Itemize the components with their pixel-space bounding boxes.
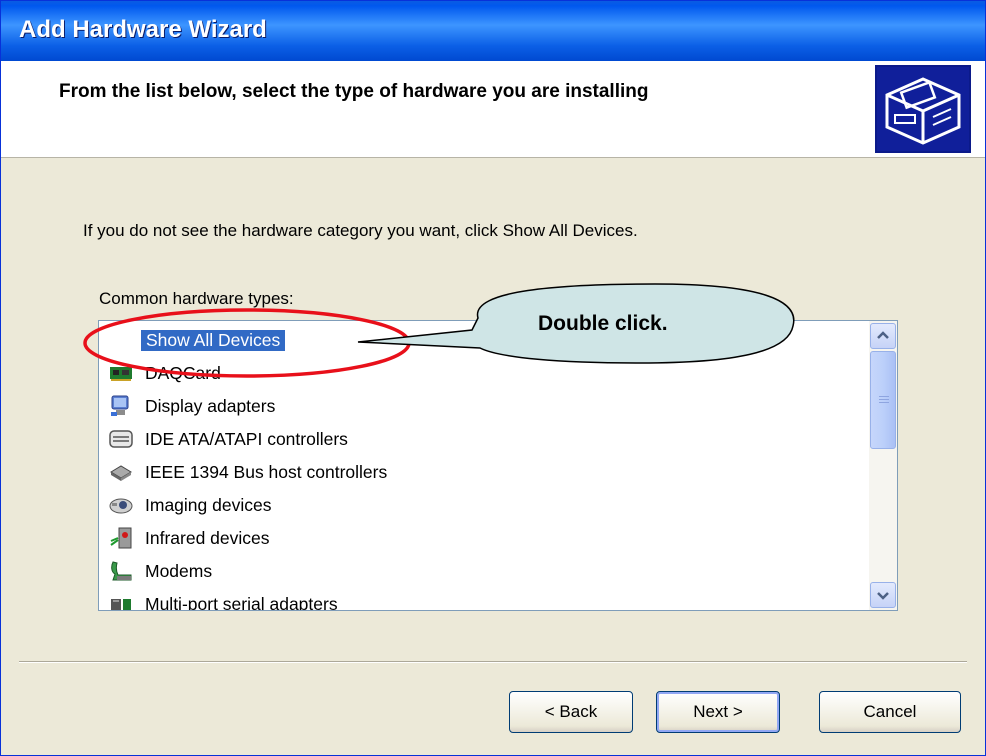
wizard-header: From the list below, select the type of … <box>1 61 985 158</box>
list-item-label: Modems <box>145 561 213 581</box>
title-bar[interactable]: Add Hardware Wizard <box>1 1 985 61</box>
scroll-up-button[interactable] <box>870 323 896 349</box>
list-item-modems[interactable]: Modems <box>99 557 869 587</box>
list-item-label: Imaging devices <box>145 495 272 515</box>
list-item-ide-controllers[interactable]: IDE ATA/ATAPI controllers <box>99 425 869 455</box>
instruction-text: If you do not see the hardware category … <box>83 221 638 240</box>
callout-text: Double click. <box>538 312 668 335</box>
hardware-types-list[interactable]: Show All Devices DAQCard Display adapter… <box>98 320 898 611</box>
list-item-ieee-1394[interactable]: IEEE 1394 Bus host controllers <box>99 458 869 488</box>
infrared-icon <box>110 527 132 549</box>
next-button[interactable]: Next > <box>656 691 780 733</box>
chevron-down-icon <box>877 592 889 600</box>
modem-icon <box>111 561 132 581</box>
list-item-daqcard[interactable]: DAQCard <box>99 359 869 389</box>
firewire-icon <box>110 465 132 481</box>
back-button[interactable]: < Back <box>509 691 633 733</box>
list-item-label: IEEE 1394 Bus host controllers <box>145 462 388 482</box>
list-item-label: Infrared devices <box>145 528 270 548</box>
page-heading: From the list below, select the type of … <box>59 81 649 102</box>
camera-icon <box>109 498 133 514</box>
list-item-show-all-devices[interactable]: Show All Devices <box>99 326 869 356</box>
scroll-down-button[interactable] <box>870 582 896 608</box>
list-item-label: Multi-port serial adapters <box>145 594 338 611</box>
list-item-infrared-devices[interactable]: Infrared devices <box>99 524 869 554</box>
cancel-button[interactable]: Cancel <box>819 691 961 733</box>
list-item-multi-port-serial[interactable]: Multi-port serial adapters <box>99 590 869 611</box>
serial-adapter-icon <box>111 599 131 610</box>
footer-divider <box>19 661 967 663</box>
list-scrollbar[interactable] <box>869 321 897 610</box>
list-item-label: Display adapters <box>145 396 276 416</box>
scroll-thumb[interactable] <box>870 351 896 449</box>
list-item-label: Show All Devices <box>141 330 286 351</box>
list-item-label: DAQCard <box>145 363 221 383</box>
circuit-board-icon <box>110 367 132 381</box>
chevron-up-icon <box>877 331 889 339</box>
drive-controller-icon <box>109 430 133 448</box>
monitor-icon <box>111 395 129 416</box>
window-title: Add Hardware Wizard <box>19 16 267 43</box>
wizard-window: Add Hardware Wizard From the list below,… <box>0 0 986 756</box>
list-item-imaging-devices[interactable]: Imaging devices <box>99 491 869 521</box>
list-item-label: IDE ATA/ATAPI controllers <box>145 429 348 449</box>
hardware-wizard-icon <box>875 65 971 153</box>
hardware-types-label: Common hardware types: <box>99 289 294 308</box>
list-item-display-adapters[interactable]: Display adapters <box>99 392 869 422</box>
